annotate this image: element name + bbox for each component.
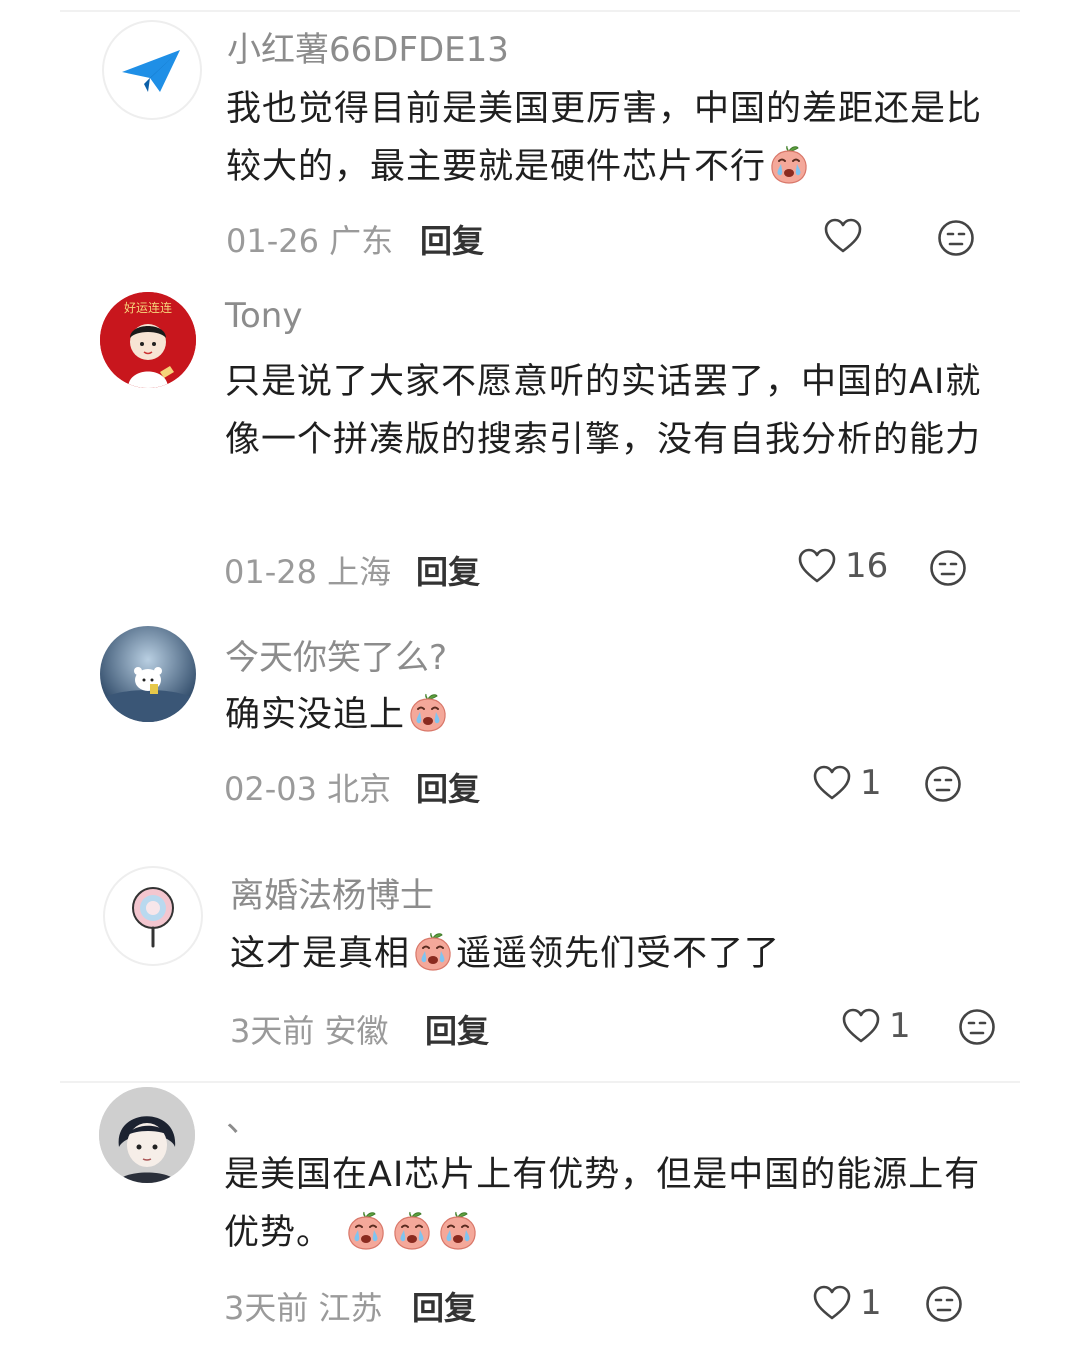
comment-date: 3天前 bbox=[230, 1012, 315, 1050]
dislike-button[interactable] bbox=[925, 1285, 963, 1323]
comment-text: 这才是真相 遥遥领先们受不了了 bbox=[230, 925, 1010, 983]
comment-username[interactable]: 、 bbox=[226, 1092, 260, 1141]
dislike-button[interactable] bbox=[929, 549, 967, 587]
like-button[interactable]: 16 bbox=[797, 546, 888, 586]
like-count: 1 bbox=[889, 1006, 911, 1046]
comment-date: 3天前 bbox=[224, 1289, 309, 1327]
top-divider bbox=[60, 10, 1020, 12]
meh-face-icon bbox=[924, 765, 962, 803]
comment-location: 北京 bbox=[327, 770, 392, 808]
reply-button[interactable]: 回复 bbox=[416, 764, 480, 810]
heart-outline-icon bbox=[812, 764, 852, 802]
comment-meta: 02-03 北京 bbox=[224, 764, 391, 810]
crying-peach-emoji-icon bbox=[767, 142, 811, 186]
comment-location: 江苏 bbox=[318, 1289, 383, 1327]
comment-meta: 3天前 安徽 bbox=[230, 1006, 389, 1052]
reply-button[interactable]: 回复 bbox=[416, 547, 480, 593]
crying-peach-emoji-icon bbox=[344, 1208, 388, 1252]
comment-username[interactable]: 小红薯66DFDE13 bbox=[227, 22, 509, 71]
like-button[interactable]: 1 bbox=[812, 1283, 882, 1323]
crying-peach-emoji-icon bbox=[436, 1208, 480, 1252]
meh-face-icon bbox=[925, 1285, 963, 1323]
section-divider bbox=[60, 1081, 1020, 1083]
comment-text-content: 是美国在AI芯片上有优势，但是中国的能源上有优势。 bbox=[224, 1155, 981, 1253]
comment-text-content: 这才是真相 bbox=[230, 934, 411, 974]
comment-location: 安徽 bbox=[324, 1012, 389, 1050]
dislike-button[interactable] bbox=[958, 1008, 996, 1046]
dislike-button[interactable] bbox=[924, 765, 962, 803]
comment-location: 上海 bbox=[327, 553, 392, 591]
comment-text: 我也觉得目前是美国更厉害，中国的差距还是比较大的，最主要就是硬件芯片不行 bbox=[226, 80, 996, 196]
like-count: 1 bbox=[860, 1283, 882, 1323]
meh-face-icon bbox=[958, 1008, 996, 1046]
heart-outline-icon bbox=[812, 1284, 852, 1322]
dislike-button[interactable] bbox=[937, 219, 975, 257]
avatar[interactable]: 好运连连 bbox=[100, 292, 196, 388]
comment-text-content: 只是说了大家不愿意听的实话罢了，中国的AI就像一个拼凑版的搜索引擎，没有自我分析… bbox=[225, 362, 982, 460]
comment-text-content-2: 遥遥领先们受不了了 bbox=[456, 934, 781, 974]
like-button[interactable]: 1 bbox=[812, 763, 882, 803]
comment-meta: 3天前 江苏 bbox=[224, 1283, 383, 1329]
reply-button[interactable]: 回复 bbox=[425, 1006, 489, 1052]
comment-location: 广东 bbox=[329, 222, 394, 260]
like-button[interactable] bbox=[823, 217, 871, 255]
avatar[interactable] bbox=[99, 1087, 195, 1183]
comment-text-content: 我也觉得目前是美国更厉害，中国的差距还是比较大的，最主要就是硬件芯片不行 bbox=[226, 89, 983, 187]
comment-date: 02-03 bbox=[224, 770, 317, 808]
like-button[interactable]: 1 bbox=[841, 1006, 911, 1046]
meh-face-icon bbox=[929, 549, 967, 587]
reply-button[interactable]: 回复 bbox=[412, 1283, 476, 1329]
meh-face-icon bbox=[937, 219, 975, 257]
paper-plane-icon bbox=[122, 50, 180, 92]
like-count: 1 bbox=[860, 763, 882, 803]
heart-outline-icon bbox=[823, 217, 863, 255]
boy-red-background-avatar: 好运连连 bbox=[100, 292, 196, 388]
avatar[interactable] bbox=[100, 626, 196, 722]
comment-username[interactable]: 今天你笑了么? bbox=[225, 630, 447, 679]
avatar[interactable] bbox=[102, 20, 202, 120]
comment-date: 01-28 bbox=[224, 553, 317, 591]
comment-text: 确实没追上 bbox=[225, 686, 995, 744]
comment-text-content: 确实没追上 bbox=[225, 695, 406, 735]
comment-text: 只是说了大家不愿意听的实话罢了，中国的AI就像一个拼凑版的搜索引擎，没有自我分析… bbox=[225, 353, 985, 469]
crying-peach-emoji-icon bbox=[390, 1208, 434, 1252]
avatar-text: 好运连连 bbox=[124, 300, 172, 315]
reply-button[interactable]: 回复 bbox=[420, 216, 484, 262]
heart-outline-icon bbox=[797, 547, 837, 585]
polar-bear-avatar bbox=[100, 626, 196, 722]
crying-peach-emoji-icon bbox=[411, 929, 455, 973]
avatar[interactable] bbox=[103, 866, 203, 966]
like-count: 16 bbox=[845, 546, 889, 586]
anime-boy-avatar bbox=[99, 1087, 195, 1183]
comment-text: 是美国在AI芯片上有优势，但是中国的能源上有优势。 bbox=[224, 1146, 994, 1262]
heart-outline-icon bbox=[841, 1007, 881, 1045]
comment-username[interactable]: Tony bbox=[225, 296, 302, 336]
crying-peach-emoji-icon bbox=[406, 690, 450, 734]
comment-meta: 01-26 广东 bbox=[226, 216, 393, 262]
comment-date: 01-26 bbox=[226, 222, 319, 260]
lollipop-avatar bbox=[132, 887, 174, 948]
comment-meta: 01-28 上海 bbox=[224, 547, 391, 593]
comment-username[interactable]: 离婚法杨博士 bbox=[230, 868, 434, 917]
